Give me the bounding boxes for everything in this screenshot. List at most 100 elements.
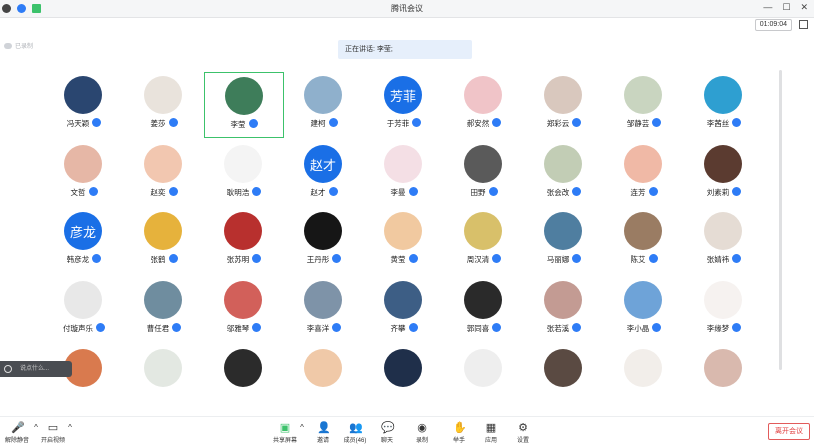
participant-tile[interactable]: 张苏明	[204, 208, 284, 274]
participant-name-row: 周汉清	[444, 254, 524, 265]
record-button[interactable]: ◉ 录制	[405, 420, 439, 446]
fullscreen-icon[interactable]	[799, 20, 808, 29]
participant-tile[interactable]: 郭同喜	[444, 277, 524, 343]
participant-tile[interactable]: 马丽娜	[524, 208, 604, 274]
participant-name: 赵才	[310, 188, 326, 197]
participant-tile[interactable]	[284, 345, 364, 411]
participant-name: 马丽娜	[546, 255, 570, 264]
participant-tile[interactable]: 曹任君	[124, 277, 204, 343]
microphone-icon	[252, 254, 262, 263]
participant-tile[interactable]: 李茜丝	[684, 72, 764, 138]
participant-avatar	[624, 145, 662, 183]
participant-name: 邬雅琴	[226, 324, 250, 333]
microphone-muted-icon: 🎤	[11, 422, 25, 434]
participant-tile[interactable]: 李莹	[204, 72, 284, 138]
invite-button[interactable]: 👤 邀请	[306, 420, 340, 446]
close-button[interactable]: ✕	[800, 2, 808, 13]
apps-button[interactable]: ▦ 应用	[474, 420, 508, 446]
maximize-button[interactable]: ☐	[782, 2, 790, 13]
participant-tile[interactable]: 邹静芸	[604, 72, 684, 138]
participant-name-row: 姜莎	[124, 118, 204, 129]
emoji-icon[interactable]	[4, 365, 12, 373]
participant-name: 于芳菲	[386, 119, 410, 128]
participant-tile[interactable]	[684, 345, 764, 411]
raise-hand-button[interactable]: ✋ 举手	[442, 420, 476, 446]
participant-name: 李曼	[390, 188, 406, 197]
participant-tile[interactable]	[604, 345, 684, 411]
participant-tile[interactable]: 文哲	[44, 141, 124, 207]
record-icon: ◉	[417, 422, 427, 434]
participant-tile[interactable]: 黄莹	[364, 208, 444, 274]
participant-avatar	[544, 212, 582, 250]
participant-name: 李喜洋	[306, 324, 330, 333]
hand-icon: ✋	[453, 422, 467, 434]
members-button[interactable]: 👥 成员(46)	[338, 420, 372, 446]
minimize-button[interactable]: —	[763, 2, 772, 13]
participant-tile[interactable]: 付璇声乐	[44, 277, 124, 343]
participant-avatar	[64, 145, 102, 183]
participant-avatar	[624, 212, 662, 250]
participant-tile[interactable]: 张鹤	[124, 208, 204, 274]
participant-tile[interactable]: 周汉清	[444, 208, 524, 274]
participant-tile[interactable]: 李小晶	[604, 277, 684, 343]
chat-input-bubble[interactable]: 说点什么...	[0, 361, 72, 377]
participant-tile[interactable]: 郝安然	[444, 72, 524, 138]
microphone-icon	[492, 254, 502, 263]
participant-name: 李小晶	[626, 324, 650, 333]
participant-tile[interactable]: 赵奕	[124, 141, 204, 207]
participant-name: 郭同喜	[466, 324, 490, 333]
participant-tile[interactable]: 李缘梦	[684, 277, 764, 343]
participant-tile[interactable]: 耿明浩	[204, 141, 284, 207]
participant-avatar	[224, 349, 262, 387]
microphone-icon	[168, 254, 178, 263]
microphone-icon	[96, 323, 105, 332]
participant-tile[interactable]: 李喜洋	[284, 277, 364, 343]
participant-tile[interactable]	[124, 345, 204, 411]
participant-tile[interactable]	[444, 345, 524, 411]
participant-tile[interactable]: 赵才 赵才	[284, 141, 364, 207]
settings-button[interactable]: ⚙ 设置	[506, 420, 540, 446]
participant-tile[interactable]: 张若溪	[524, 277, 604, 343]
participant-tile[interactable]: 姜莎	[124, 72, 204, 138]
microphone-icon	[732, 254, 742, 263]
participant-avatar	[224, 145, 262, 183]
leave-meeting-button[interactable]: 离开会议	[768, 423, 810, 440]
participant-tile[interactable]: 齐攀	[364, 277, 444, 343]
participant-name: 齐攀	[390, 324, 406, 333]
unmute-button[interactable]: 🎤 解除静音	[0, 420, 34, 446]
participant-name: 赵奕	[150, 188, 166, 197]
grid-scrollbar[interactable]	[779, 70, 782, 370]
participant-tile[interactable]: 彦龙 韩彦龙	[44, 208, 124, 274]
participant-tile[interactable]: 芳菲 于芳菲	[364, 72, 444, 138]
participant-tile[interactable]: 李曼	[364, 141, 444, 207]
participant-name: 付璇声乐	[63, 324, 93, 333]
participant-tile[interactable]: 张婧祎	[684, 208, 764, 274]
participant-tile[interactable]	[524, 345, 604, 411]
participant-tile[interactable]: 张会改	[524, 141, 604, 207]
window-title: 腾讯会议	[391, 4, 423, 13]
microphone-icon	[332, 254, 342, 263]
participant-tile[interactable]	[364, 345, 444, 411]
participant-avatar	[464, 76, 502, 114]
participant-tile[interactable]: 陈艾	[604, 208, 684, 274]
participant-avatar	[384, 212, 422, 250]
participant-tile[interactable]	[44, 345, 124, 411]
microphone-icon	[328, 187, 338, 196]
window-controls: — ☐ ✕	[763, 2, 808, 13]
participant-tile[interactable]: 刘素莉	[684, 141, 764, 207]
participant-name: 张苏明	[226, 255, 250, 264]
participant-tile[interactable]: 邬雅琴	[204, 277, 284, 343]
microphone-icon	[572, 323, 582, 332]
chat-button[interactable]: 💬 聊天	[370, 420, 404, 446]
participant-tile[interactable]: 建柯	[284, 72, 364, 138]
participant-tile[interactable]: 郑彩云	[524, 72, 604, 138]
participant-tile[interactable]: 连芳	[604, 141, 684, 207]
video-options-chevron[interactable]: ^	[64, 420, 76, 446]
microphone-icon	[492, 323, 502, 332]
participant-tile[interactable]	[204, 345, 284, 411]
participant-tile[interactable]: 王丹彤	[284, 208, 364, 274]
participant-name: 李莹	[230, 120, 246, 129]
participant-avatar	[464, 145, 502, 183]
participant-tile[interactable]: 田野	[444, 141, 524, 207]
participant-tile[interactable]: 冯天颖	[44, 72, 124, 138]
